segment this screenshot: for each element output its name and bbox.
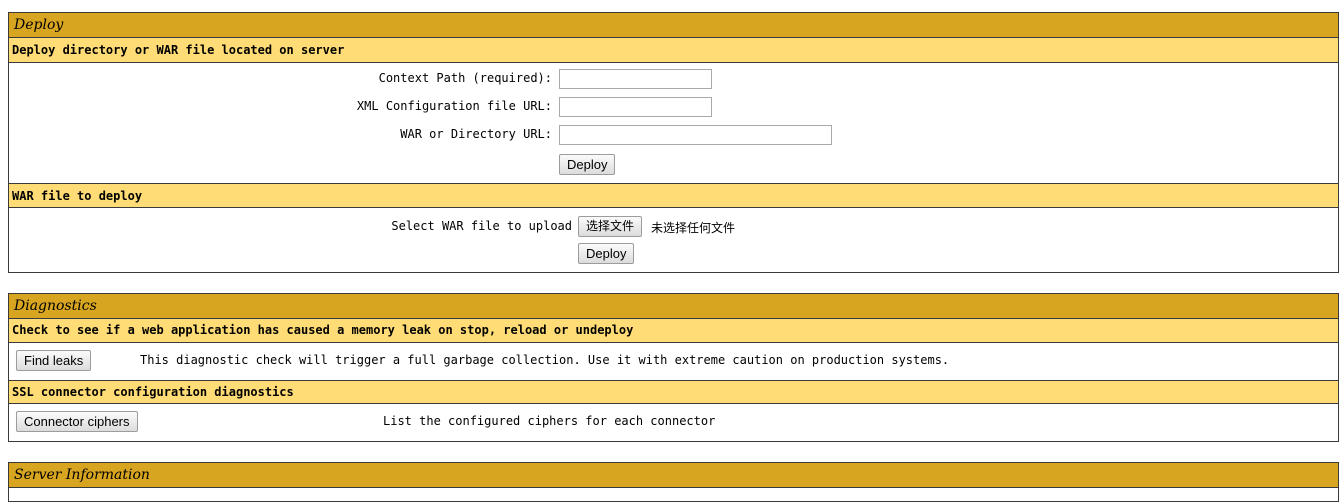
connector-ciphers-row: Connector ciphers List the configured ci… xyxy=(9,404,1338,441)
select-war-label: Select WAR file to upload xyxy=(391,219,572,233)
war-dir-input[interactable] xyxy=(559,125,832,145)
ssl-diagnostics-heading: SSL connector configuration diagnostics xyxy=(9,380,1338,404)
connector-ciphers-button[interactable]: Connector ciphers xyxy=(16,411,138,432)
diagnostics-section: Diagnostics Check to see if a web applic… xyxy=(8,293,1339,442)
find-leaks-row: Find leaks This diagnostic check will tr… xyxy=(9,343,1338,380)
no-file-chosen-text: 未选择任何文件 xyxy=(651,221,736,235)
deploy-server-form: Context Path (required): XML Configurati… xyxy=(9,63,1338,183)
deploy-title: Deploy xyxy=(9,13,1338,38)
choose-file-button[interactable]: 选择文件 xyxy=(578,216,643,237)
war-dir-label: WAR or Directory URL: xyxy=(400,127,552,141)
deploy-button[interactable]: Deploy xyxy=(559,154,616,175)
upload-deploy-button[interactable]: Deploy xyxy=(578,243,635,264)
find-leaks-button[interactable]: Find leaks xyxy=(16,350,92,371)
diagnostics-title: Diagnostics xyxy=(9,294,1338,319)
xml-config-input[interactable] xyxy=(559,97,712,117)
context-path-input[interactable] xyxy=(559,69,712,89)
deploy-server-heading: Deploy directory or WAR file located on … xyxy=(9,38,1338,63)
context-path-label: Context Path (required): xyxy=(378,71,552,85)
war-file-heading: WAR file to deploy xyxy=(9,183,1338,208)
memory-leak-heading: Check to see if a web application has ca… xyxy=(9,319,1338,343)
server-info-section: Server Information xyxy=(8,462,1339,502)
find-leaks-description: This diagnostic check will trigger a ful… xyxy=(140,353,950,367)
server-info-title: Server Information xyxy=(9,463,1338,488)
deploy-section: Deploy Deploy directory or WAR file loca… xyxy=(8,12,1339,273)
xml-config-label: XML Configuration file URL: xyxy=(356,99,552,113)
war-upload-form: Select WAR file to upload 选择文件 未选择任何文件 D… xyxy=(9,208,1338,272)
connector-ciphers-description: List the configured ciphers for each con… xyxy=(383,414,716,428)
